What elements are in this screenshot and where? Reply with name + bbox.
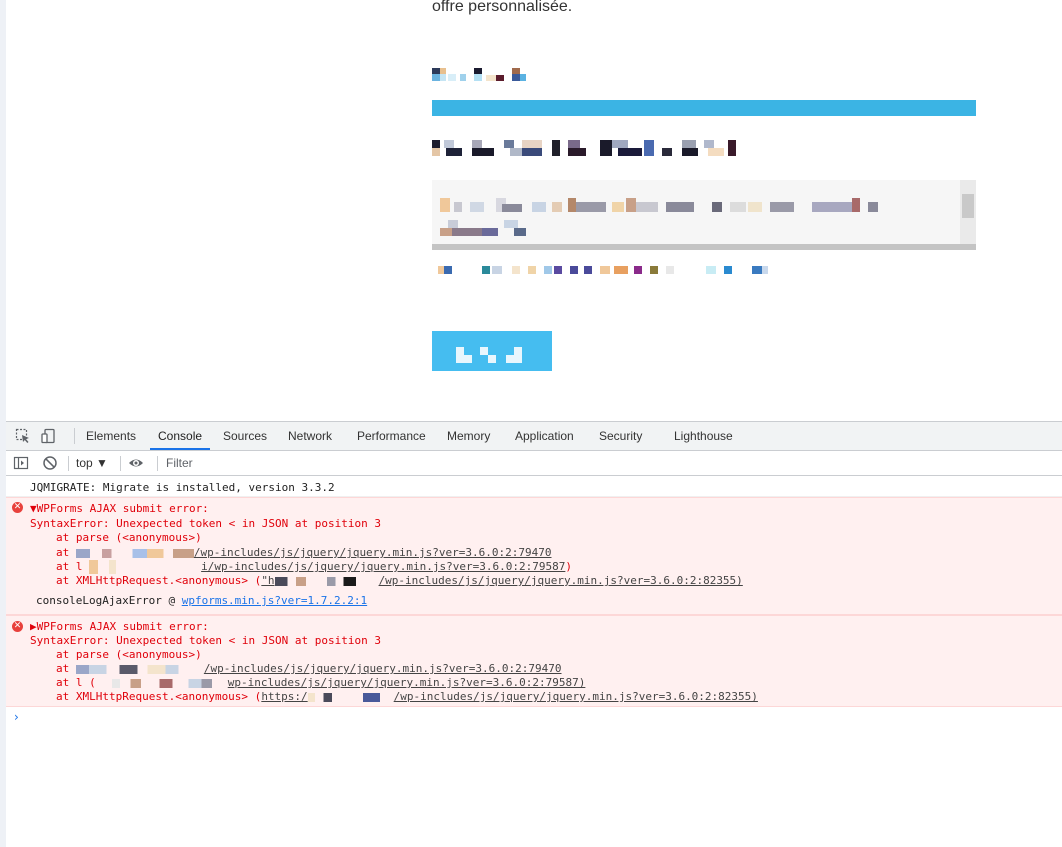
redacted-helper-text [438, 266, 778, 278]
console-info-message: JQMIGRATE: Migrate is installed, version… [6, 477, 1062, 497]
sidebar-toggle-icon[interactable] [13, 455, 29, 471]
submit-button[interactable] [432, 331, 552, 371]
console-prompt[interactable]: › [14, 710, 19, 724]
tab-sources[interactable]: Sources [223, 422, 267, 450]
textarea-horizontal-scrollbar[interactable] [432, 244, 976, 250]
stack-link-3[interactable]: /wp-includes/js/jquery/jquery.min.js?ver… [379, 574, 743, 587]
tab-console[interactable]: Console [150, 422, 211, 450]
redacted-url [274, 576, 379, 586]
stack-xhr: at XMLHttpRequest.<anonymous> ( [56, 574, 262, 587]
toolbar-separator [120, 456, 121, 471]
context-selector[interactable]: top ▼ [76, 454, 108, 472]
webpage-viewport: offre personnalisée. [6, 0, 1062, 421]
stack-frame-3: at XMLHttpRequest.<anonymous> ("h/wp-inc… [56, 574, 743, 588]
stack-frame-1: at /wp-includes/js/jquery/jquery.min.js?… [56, 546, 552, 560]
stack-frame-2: at l ( wp-includes/js/jquery/jquery.min.j… [56, 676, 585, 690]
redacted-textarea-line-2 [440, 220, 540, 236]
stack-at: at [56, 546, 70, 559]
console-output: JQMIGRATE: Migrate is installed, version… [6, 477, 1062, 847]
devtools-tabbar: Elements Console Sources Network Perform… [6, 422, 1062, 451]
message-textarea[interactable] [432, 180, 976, 250]
stack-frame-parse: at parse (<anonymous>) [56, 648, 202, 661]
stack-link-1[interactable]: /wp-includes/js/jquery/jquery.min.js?ver… [204, 662, 562, 675]
console-error-message-1[interactable]: ✕ ▼WPForms AJAX submit error: SyntaxErro… [6, 497, 1062, 615]
toolbar-separator [157, 456, 158, 471]
redacted-url [95, 678, 228, 688]
stack-link-2[interactable]: i/wp-includes/js/jquery/jquery.min.js?ve… [201, 560, 565, 573]
stack-at-l: at l [56, 560, 83, 573]
tab-elements[interactable]: Elements [86, 422, 136, 450]
redacted-url [307, 692, 394, 702]
error-message: SyntaxError: Unexpected token < in JSON … [30, 634, 381, 647]
error-title-text: ▶WPForms AJAX submit error: [30, 620, 209, 633]
redacted-url [75, 664, 204, 674]
scrollbar-thumb[interactable] [962, 194, 974, 218]
tab-performance[interactable]: Performance [357, 422, 426, 450]
error-icon: ✕ [12, 621, 23, 632]
error-title[interactable]: ▼WPForms AJAX submit error: [30, 502, 209, 516]
redacted-heading [432, 68, 562, 81]
redacted-url [75, 548, 194, 558]
error-title-text: ▼WPForms AJAX submit error: [30, 502, 209, 515]
tabbar-separator [74, 428, 75, 444]
jqmigrate-log: JQMIGRATE: Migrate is installed, version… [30, 481, 335, 494]
intro-text: offre personnalisée. [432, 0, 573, 15]
source-link[interactable]: wpforms.min.js?ver=1.7.2.2:1 [182, 594, 367, 607]
stack-frame-1: at /wp-includes/js/jquery/jquery.min.js?… [56, 662, 562, 676]
error-title[interactable]: ▶WPForms AJAX submit error: [30, 620, 209, 634]
accent-divider-bar [432, 100, 976, 116]
redacted-textarea-line-1 [440, 198, 900, 212]
stack-frame-3: at XMLHttpRequest.<anonymous> (https:/ /w… [56, 690, 758, 704]
redacted-paragraph [432, 140, 742, 156]
console-error-message-2[interactable]: ✕ ▶WPForms AJAX submit error: SyntaxErro… [6, 615, 1062, 707]
stack-host-3[interactable]: "h [261, 574, 274, 587]
stack-link-3[interactable]: /wp-includes/js/jquery/jquery.min.js?ver… [394, 690, 758, 703]
redacted-url [89, 560, 202, 574]
tab-security[interactable]: Security [599, 422, 642, 450]
toolbar-separator [68, 456, 69, 471]
stack-at-l: at l ( [56, 676, 96, 689]
error-source: consoleLogAjaxError @ wpforms.min.js?ver… [36, 594, 367, 608]
error-message: SyntaxError: Unexpected token < in JSON … [30, 517, 381, 530]
console-toolbar: top ▼ [6, 451, 1062, 476]
stack-link-1[interactable]: /wp-includes/js/jquery/jquery.min.js?ver… [194, 546, 552, 559]
textarea-vertical-scrollbar[interactable] [960, 180, 976, 244]
tab-application[interactable]: Application [515, 422, 574, 450]
tab-lighthouse[interactable]: Lighthouse [674, 422, 733, 450]
stack-xhr: at XMLHttpRequest.<anonymous> ( [56, 690, 262, 703]
stack-host-3[interactable]: https:/ [261, 690, 307, 703]
stack-frame-parse: at parse (<anonymous>) [56, 531, 202, 544]
source-function: consoleLogAjaxError @ [36, 594, 176, 607]
inspect-element-icon[interactable] [15, 428, 31, 444]
device-toolbar-icon[interactable] [41, 428, 57, 444]
stack-close-paren: ) [565, 560, 572, 573]
eye-icon[interactable] [128, 455, 144, 471]
stack-frame-2: at l i/wp-includes/js/jquery/jquery.min.… [56, 560, 572, 574]
console-filter-input[interactable] [162, 453, 1057, 473]
tab-network[interactable]: Network [288, 422, 332, 450]
devtools-panel: Elements Console Sources Network Perform… [6, 421, 1062, 847]
tab-memory[interactable]: Memory [447, 422, 490, 450]
clear-console-icon[interactable] [42, 455, 58, 471]
stack-at: at [56, 662, 70, 675]
error-icon: ✕ [12, 502, 23, 513]
stack-link-2[interactable]: wp-includes/js/jquery/jquery.min.js?ver=… [228, 676, 586, 689]
